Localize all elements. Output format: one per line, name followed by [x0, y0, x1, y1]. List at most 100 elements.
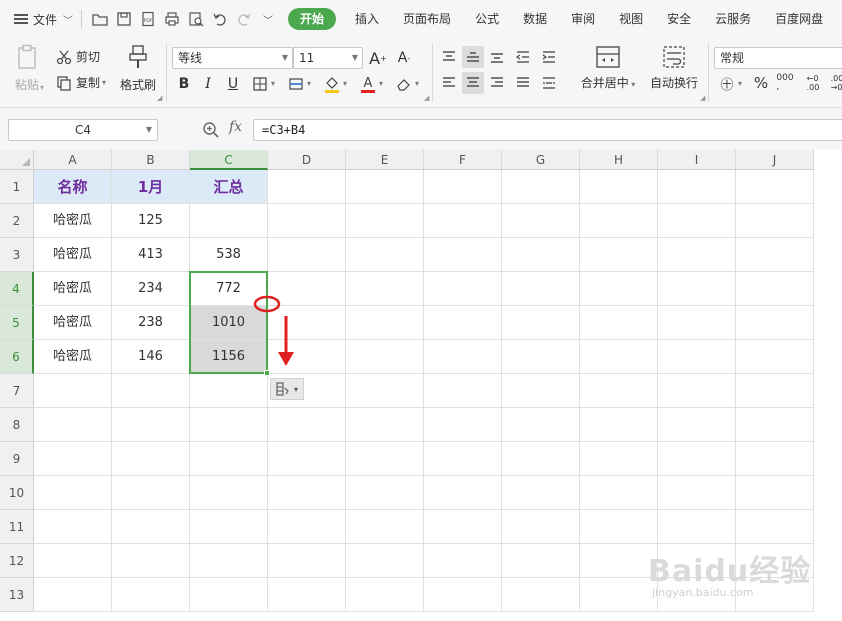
tab-page-layout[interactable]: 页面布局 — [392, 8, 462, 30]
cell-a9[interactable] — [34, 442, 112, 476]
decrease-font-size-icon[interactable]: A- — [393, 47, 415, 69]
cell-c1[interactable]: 汇总 — [190, 170, 268, 204]
cell-c10[interactable] — [190, 476, 268, 510]
cell-a5[interactable]: 哈密瓜 — [34, 306, 112, 340]
fill-color-dropdown-icon[interactable]: ▾ — [343, 79, 347, 88]
cell-a3[interactable]: 哈密瓜 — [34, 238, 112, 272]
cell-d4[interactable] — [268, 272, 346, 306]
row-header-9[interactable]: 9 — [0, 442, 34, 476]
align-bottom-icon[interactable] — [486, 46, 508, 68]
cell-i1[interactable] — [658, 170, 736, 204]
cell-e6[interactable] — [346, 340, 424, 374]
cell-h10[interactable] — [580, 476, 658, 510]
cell-a2[interactable]: 哈密瓜 — [34, 204, 112, 238]
cell-d5[interactable] — [268, 306, 346, 340]
bold-button[interactable]: B — [173, 73, 195, 95]
increase-decimal-icon[interactable]: ←0.00 — [802, 72, 824, 94]
tab-formulas[interactable]: 公式 — [464, 8, 510, 30]
increase-font-size-icon[interactable]: A + — [367, 47, 389, 69]
tab-view[interactable]: 视图 — [608, 8, 654, 30]
cell-c12[interactable] — [190, 544, 268, 578]
formula-input[interactable]: =C3+B4 — [253, 119, 842, 141]
cell-d10[interactable] — [268, 476, 346, 510]
cell-h12[interactable] — [580, 544, 658, 578]
cell-e2[interactable] — [346, 204, 424, 238]
export-pdf-icon[interactable]: PDF — [136, 7, 160, 31]
cell-g7[interactable] — [502, 374, 580, 408]
cell-b12[interactable] — [112, 544, 190, 578]
cell-d9[interactable] — [268, 442, 346, 476]
cell-f11[interactable] — [424, 510, 502, 544]
cell-a1[interactable]: 名称 — [34, 170, 112, 204]
cell-i4[interactable] — [658, 272, 736, 306]
cell-c9[interactable] — [190, 442, 268, 476]
cell-e13[interactable] — [346, 578, 424, 612]
cell-g6[interactable] — [502, 340, 580, 374]
cell-g1[interactable] — [502, 170, 580, 204]
align-center-icon[interactable] — [462, 72, 484, 94]
cell-c7[interactable] — [190, 374, 268, 408]
decrease-indent-icon[interactable] — [512, 46, 534, 68]
justify-icon[interactable] — [512, 72, 534, 94]
cell-h13[interactable] — [580, 578, 658, 612]
row-header-2[interactable]: 2 — [0, 204, 34, 238]
cell-a6[interactable]: 哈密瓜 — [34, 340, 112, 374]
font-size-select[interactable]: 11 ▼ — [293, 47, 363, 69]
select-all-corner[interactable] — [0, 150, 34, 170]
cell-c2[interactable] — [190, 204, 268, 238]
cell-h7[interactable] — [580, 374, 658, 408]
tab-home[interactable]: 开始 — [288, 8, 337, 30]
cell-e8[interactable] — [346, 408, 424, 442]
tab-insert[interactable]: 插入 — [344, 8, 390, 30]
tab-data[interactable]: 数据 — [512, 8, 558, 30]
align-middle-icon[interactable] — [462, 46, 484, 68]
borders-icon[interactable] — [249, 73, 271, 95]
cell-f9[interactable] — [424, 442, 502, 476]
zoom-icon[interactable] — [202, 121, 220, 139]
wrap-text-button[interactable]: 自动换行 — [648, 44, 700, 91]
underline-button[interactable]: U — [222, 73, 244, 95]
cell-h2[interactable] — [580, 204, 658, 238]
cell-e5[interactable] — [346, 306, 424, 340]
auto-fill-options-button[interactable]: ▾ — [270, 378, 304, 400]
decrease-decimal-icon[interactable]: .00 →0 — [826, 72, 842, 94]
cell-c13[interactable] — [190, 578, 268, 612]
cell-c6[interactable]: 1156 — [190, 340, 268, 374]
tab-baidu-netdisk[interactable]: 百度网盘 — [764, 8, 834, 30]
cell-f4[interactable] — [424, 272, 502, 306]
cell-i8[interactable] — [658, 408, 736, 442]
cell-b4[interactable]: 234 — [112, 272, 190, 306]
cell-f7[interactable] — [424, 374, 502, 408]
percent-button[interactable]: % — [750, 72, 772, 94]
font-name-select[interactable]: 等线 ▼ — [172, 47, 293, 69]
cell-d12[interactable] — [268, 544, 346, 578]
cell-c8[interactable] — [190, 408, 268, 442]
cell-h4[interactable] — [580, 272, 658, 306]
cell-f13[interactable] — [424, 578, 502, 612]
copy-button[interactable]: 复制 ▾ — [56, 74, 106, 91]
cell-i9[interactable] — [658, 442, 736, 476]
row-header-7[interactable]: 7 — [0, 374, 34, 408]
print-preview-icon[interactable] — [184, 7, 208, 31]
align-top-icon[interactable] — [438, 46, 460, 68]
cell-f10[interactable] — [424, 476, 502, 510]
cell-g8[interactable] — [502, 408, 580, 442]
cell-j10[interactable] — [736, 476, 814, 510]
cell-b9[interactable] — [112, 442, 190, 476]
cell-j1[interactable] — [736, 170, 814, 204]
cell-a8[interactable] — [34, 408, 112, 442]
italic-button[interactable]: I — [197, 73, 219, 95]
cell-c5[interactable]: 1010 — [190, 306, 268, 340]
align-right-icon[interactable] — [486, 72, 508, 94]
cell-h3[interactable] — [580, 238, 658, 272]
row-header-8[interactable]: 8 — [0, 408, 34, 442]
paste-button[interactable]: 粘贴 — [12, 44, 42, 93]
cell-i5[interactable] — [658, 306, 736, 340]
column-header-h[interactable]: H — [580, 150, 658, 170]
cell-d11[interactable] — [268, 510, 346, 544]
fill-color-icon[interactable] — [321, 73, 343, 95]
cell-e4[interactable] — [346, 272, 424, 306]
cell-j8[interactable] — [736, 408, 814, 442]
fill-handle[interactable] — [264, 370, 270, 376]
cell-b3[interactable]: 413 — [112, 238, 190, 272]
